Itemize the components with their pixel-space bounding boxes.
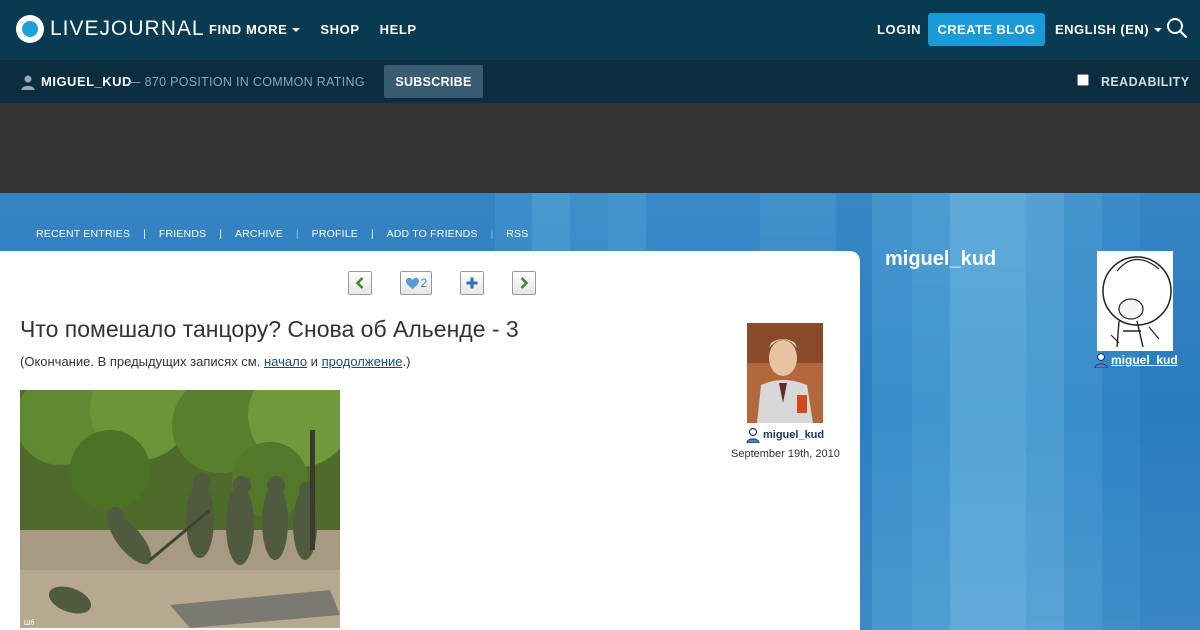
livejournal-logo-icon <box>16 15 44 43</box>
readability-checkbox[interactable] <box>1077 74 1089 86</box>
ad-banner-area <box>0 103 1200 193</box>
previous-entry-button[interactable] <box>348 271 372 295</box>
arrow-left-icon <box>355 277 364 289</box>
nav-shop[interactable]: SHOP <box>320 22 359 37</box>
nav-shop-label: SHOP <box>320 22 360 37</box>
nav-rss[interactable]: RSS <box>506 228 528 240</box>
main-nav: FIND MORE SHOP HELP <box>209 22 417 37</box>
nav-add-to-friends[interactable]: ADD TO FRIENDS <box>387 228 478 240</box>
nav-separator: | <box>370 228 374 240</box>
next-entry-button[interactable] <box>512 271 536 295</box>
create-blog-button[interactable]: CREATE BLOG <box>928 13 1045 46</box>
nav-friends[interactable]: FRIENDS <box>159 228 207 240</box>
nav-profile[interactable]: PROFILE <box>312 228 358 240</box>
journal-username[interactable]: MIGUEL_KUD <box>41 74 132 89</box>
subscribe-button[interactable]: SUBSCRIBE <box>384 65 483 98</box>
post-date: September 19th, 2010 <box>731 448 840 460</box>
sidebar-username[interactable]: miguel_kud <box>1111 353 1178 367</box>
rating-text: — 870 POSITION IN COMMON RATING <box>128 75 365 89</box>
like-count: 2 <box>420 276 428 290</box>
intro-text: .) <box>402 354 411 369</box>
entry-title: Что помешало танцору? Снова об Альенде -… <box>20 316 519 342</box>
photo-watermark: Шб <box>24 619 34 627</box>
chevron-down-icon <box>1154 27 1163 32</box>
author-userpic[interactable] <box>747 323 823 423</box>
sidebar-user-link[interactable]: miguel_kud <box>1093 352 1178 368</box>
nav-archive[interactable]: ARCHIVE <box>235 228 283 240</box>
nav-separator: | <box>296 228 299 240</box>
nav-separator: | <box>219 228 222 240</box>
nav-help-label: HELP <box>379 22 417 37</box>
link-beginning[interactable]: начало <box>264 354 307 369</box>
add-to-memories-button[interactable] <box>460 271 484 295</box>
nav-separator: | <box>143 228 146 240</box>
chevron-down-icon <box>292 27 301 32</box>
intro-text: (Окончание. В предыдущих записях см. <box>20 354 264 369</box>
user-icon <box>1094 352 1108 368</box>
author-link[interactable]: miguel_kud <box>745 427 824 443</box>
like-button[interactable]: 2 <box>400 271 432 295</box>
user-icon <box>21 75 35 90</box>
entry-photo[interactable]: Шб <box>20 390 340 628</box>
language-selector[interactable]: ENGLISH (EN) <box>1055 22 1163 37</box>
author-name[interactable]: miguel_kud <box>763 429 824 441</box>
link-continuation[interactable]: продолжение <box>322 354 403 369</box>
login-link[interactable]: LOGIN <box>877 22 921 37</box>
sidebar-title: miguel_kud <box>885 248 997 270</box>
livejournal-logo[interactable]: LIVEJOURNAL <box>16 15 205 43</box>
nav-recent-entries[interactable]: RECENT ENTRIES <box>36 228 130 240</box>
nav-find-more-label: FIND MORE <box>209 22 288 37</box>
entry-toolbar: 2 <box>348 271 536 295</box>
heart-icon <box>405 277 419 289</box>
entry-intro: (Окончание. В предыдущих записях см. нач… <box>20 354 410 369</box>
search-icon[interactable] <box>1166 17 1188 39</box>
nav-separator: | <box>490 228 494 240</box>
nav-find-more[interactable]: FIND MORE <box>209 22 301 37</box>
intro-text: и <box>307 354 322 369</box>
plus-icon <box>466 277 478 289</box>
blog-navigation: RECENT ENTRIES | FRIENDS | ARCHIVE | PRO… <box>36 228 528 240</box>
logo-text: LIVEJOURNAL <box>50 17 205 40</box>
sidebar-userpic[interactable] <box>1097 251 1173 351</box>
readability-label: READABILITY <box>1101 75 1190 89</box>
language-label: ENGLISH (EN) <box>1055 22 1150 37</box>
user-icon <box>746 427 760 443</box>
arrow-right-icon <box>520 277 529 289</box>
nav-help[interactable]: HELP <box>380 22 417 37</box>
